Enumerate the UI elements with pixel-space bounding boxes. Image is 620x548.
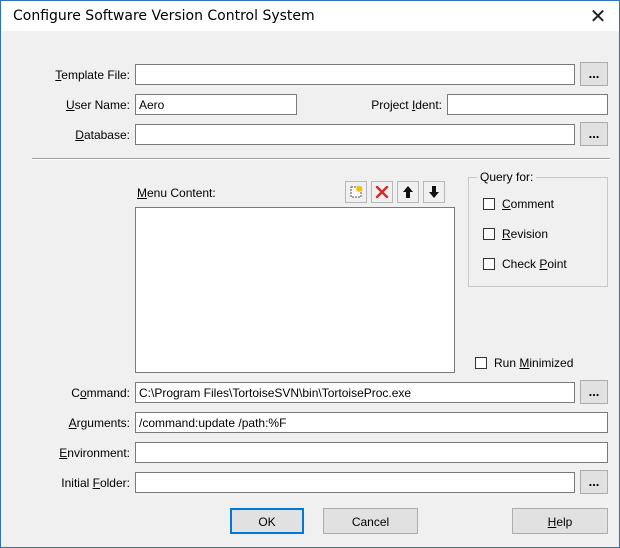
revision-checkbox-label: Revision xyxy=(502,227,549,241)
ok-button[interactable]: OK xyxy=(230,508,304,534)
database-input[interactable] xyxy=(135,124,575,145)
database-browse-button[interactable]: ... xyxy=(580,122,608,146)
move-down-icon xyxy=(429,186,439,198)
new-item-button[interactable] xyxy=(345,181,367,203)
check-point-checkbox-box[interactable] xyxy=(483,258,495,270)
project-ident-label: Project Ident: xyxy=(371,98,442,112)
new-item-icon xyxy=(350,185,363,198)
move-up-icon xyxy=(403,186,413,198)
menu-content-header: Menu Content: xyxy=(135,178,455,207)
check-point-checkbox[interactable]: Check Point xyxy=(483,257,567,271)
comment-checkbox[interactable]: Comment xyxy=(483,197,554,211)
template-file-browse-button[interactable]: ... xyxy=(580,62,608,86)
initial-folder-input[interactable] xyxy=(135,472,575,493)
delete-item-button[interactable] xyxy=(371,181,393,203)
initial-folder-browse-button[interactable]: ... xyxy=(580,470,608,494)
menu-content-panel: Menu Content: xyxy=(135,178,455,373)
template-file-label: Template File: xyxy=(55,68,130,82)
query-for-group: Query for: Comment Revision Check Point xyxy=(468,170,608,287)
command-label: Command: xyxy=(71,386,130,400)
help-button[interactable]: Help xyxy=(512,508,608,534)
revision-checkbox[interactable]: Revision xyxy=(483,227,548,241)
user-name-label: User Name: xyxy=(65,98,130,112)
close-icon: ✕ xyxy=(589,4,607,28)
database-label: Database: xyxy=(75,128,130,142)
revision-checkbox-box[interactable] xyxy=(483,228,495,240)
cancel-button[interactable]: Cancel xyxy=(323,508,418,534)
window-title: Configure Software Version Control Syste… xyxy=(13,8,315,24)
menu-content-list[interactable] xyxy=(135,207,455,373)
dialog-window: Configure Software Version Control Syste… xyxy=(0,0,620,548)
title-bar[interactable]: Configure Software Version Control Syste… xyxy=(1,1,619,31)
user-name-input[interactable] xyxy=(135,94,297,115)
environment-input[interactable] xyxy=(135,442,608,463)
run-minimized-label: Run Minimized xyxy=(494,356,574,370)
arguments-label: Arguments: xyxy=(68,416,130,430)
template-file-input[interactable] xyxy=(135,64,575,85)
run-minimized-checkbox[interactable]: Run Minimized xyxy=(475,356,573,370)
query-for-title: Query for: xyxy=(477,170,537,184)
move-down-button[interactable] xyxy=(423,181,445,203)
command-browse-button[interactable]: ... xyxy=(580,380,608,404)
arguments-input[interactable] xyxy=(135,412,608,433)
comment-checkbox-box[interactable] xyxy=(483,198,495,210)
project-ident-input[interactable] xyxy=(447,94,608,115)
delete-icon xyxy=(375,185,389,199)
close-button[interactable]: ✕ xyxy=(583,3,613,29)
run-minimized-checkbox-box[interactable] xyxy=(475,357,487,369)
initial-folder-label: Initial Folder: xyxy=(61,476,130,490)
environment-label: Environment: xyxy=(59,446,130,460)
comment-checkbox-label: Comment xyxy=(502,197,555,211)
separator xyxy=(32,158,610,160)
menu-content-label: Menu Content: xyxy=(137,186,216,200)
command-input[interactable] xyxy=(135,382,575,403)
move-up-button[interactable] xyxy=(397,181,419,203)
check-point-checkbox-label: Check Point xyxy=(502,257,567,271)
